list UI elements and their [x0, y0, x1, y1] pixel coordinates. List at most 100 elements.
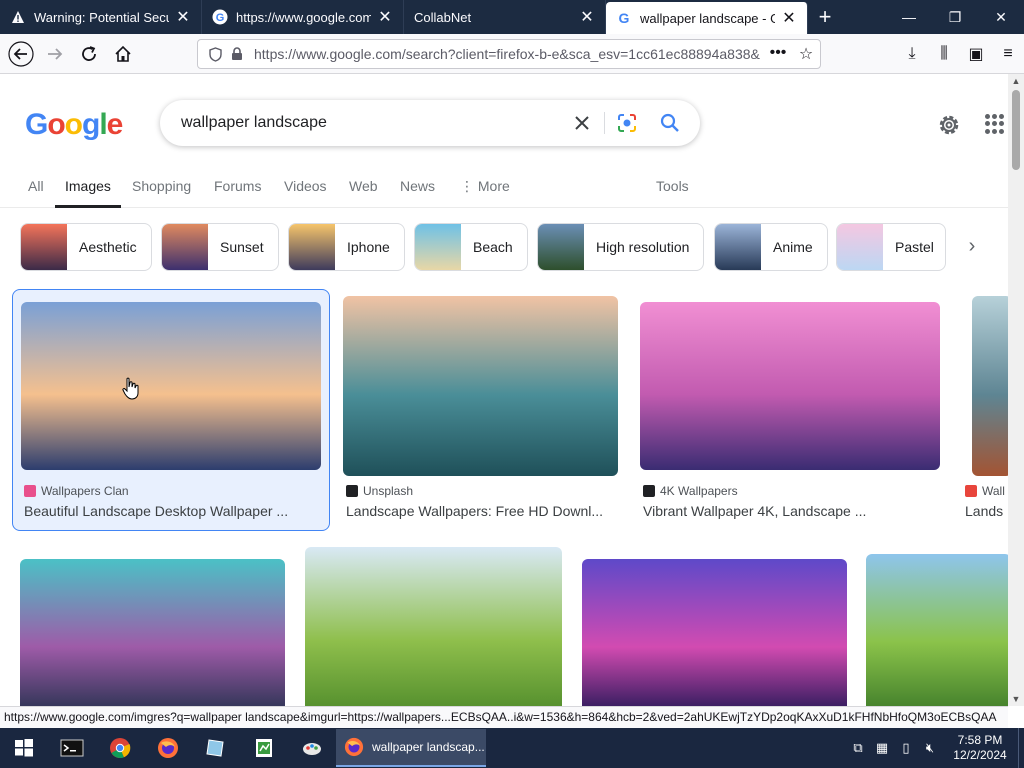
close-window-icon[interactable]: ✕ [978, 0, 1024, 34]
chip-thumbnail [538, 224, 584, 270]
chrome-icon[interactable] [96, 728, 144, 768]
tab-forums[interactable]: Forums [214, 178, 261, 208]
clear-search-icon[interactable] [560, 114, 604, 132]
volume-muted-icon[interactable]: 🔇︎ [918, 740, 942, 756]
search-icon[interactable] [648, 113, 692, 133]
download-icon[interactable]: ⤓ [896, 45, 928, 63]
chip-iphone[interactable]: Iphone [288, 223, 405, 271]
tab-videos[interactable]: Videos [284, 178, 327, 208]
chip-aesthetic[interactable]: Aesthetic [20, 223, 152, 271]
search-box[interactable]: wallpaper landscape [160, 100, 700, 146]
tab-news[interactable]: News [400, 178, 435, 208]
network-icon[interactable]: ⧉ [846, 740, 870, 756]
result-source[interactable]: Wall [965, 484, 1005, 498]
scrollbar-thumb[interactable] [1012, 90, 1020, 170]
result-image[interactable] [972, 296, 1008, 476]
firefox-icon [344, 737, 364, 757]
google-results-page: Google wallpaper landscape All Images Sh… [0, 74, 1008, 706]
tab-collabnet[interactable]: CollabNet ✕ [404, 0, 606, 34]
chip-anime[interactable]: Anime [714, 223, 828, 271]
result-title[interactable]: Lands [965, 503, 1008, 519]
google-logo[interactable]: Google [25, 108, 123, 142]
result-title[interactable]: Vibrant Wallpaper 4K, Landscape ... [643, 503, 933, 519]
restore-icon[interactable]: ❐ [932, 0, 978, 34]
minimize-icon[interactable]: — [886, 0, 932, 34]
scroll-down-icon[interactable]: ▼ [1008, 694, 1024, 704]
url-text[interactable]: https://www.google.com/search?client=fir… [248, 46, 764, 62]
back-arrow-icon [8, 40, 34, 67]
settings-gear-icon[interactable] [936, 112, 962, 138]
result-image[interactable] [20, 559, 285, 706]
lock-icon[interactable] [226, 47, 248, 61]
tab-google[interactable]: G https://www.google.com/ ✕ [202, 0, 404, 34]
clock-date: 12/2/2024 [953, 748, 1007, 762]
taskbar-clock[interactable]: 7:58 PM 12/2/2024 [942, 733, 1018, 763]
result-image[interactable] [21, 302, 321, 470]
close-tab-icon[interactable]: ✕ [377, 7, 393, 27]
result-title[interactable]: Beautiful Landscape Desktop Wallpaper ..… [24, 503, 314, 519]
taskbar-active-firefox[interactable]: wallpaper landscap... [336, 729, 486, 767]
close-tab-icon[interactable]: ✕ [579, 7, 595, 27]
home-button[interactable] [108, 39, 138, 69]
tab-security-warning[interactable]: Warning: Potential Security ✕ [0, 0, 202, 34]
chip-label: Anime [773, 239, 813, 255]
reload-button[interactable] [74, 39, 104, 69]
google-apps-icon[interactable] [985, 114, 1005, 134]
tab-more[interactable]: ⋮ More [460, 178, 510, 208]
paint-app-icon[interactable] [288, 728, 336, 768]
forward-button[interactable] [40, 39, 70, 69]
spreadsheet-app-icon[interactable] [240, 728, 288, 768]
search-input[interactable]: wallpaper landscape [181, 114, 560, 132]
page-scrollbar[interactable]: ▲ ▼ [1008, 74, 1024, 706]
result-image[interactable] [582, 559, 847, 706]
google-favicon-icon: G [616, 10, 632, 26]
chip-high-resolution[interactable]: High resolution [537, 223, 705, 271]
notes-app-icon[interactable] [192, 728, 240, 768]
home-icon [115, 45, 131, 62]
result-image[interactable] [866, 554, 1008, 706]
firefox-icon[interactable] [144, 728, 192, 768]
shield-icon[interactable] [204, 46, 226, 62]
library-icon[interactable]: ⫼ [928, 45, 960, 63]
address-bar[interactable]: https://www.google.com/search?client=fir… [197, 39, 821, 69]
color-app-icon[interactable]: ▦ [870, 740, 894, 756]
new-tab-button[interactable]: + [808, 0, 842, 34]
chip-beach[interactable]: Beach [414, 223, 528, 271]
result-source[interactable]: Wallpapers Clan [24, 484, 129, 498]
chip-label: Sunset [220, 239, 264, 255]
result-image[interactable] [640, 302, 940, 470]
more-actions-icon[interactable]: ••• [764, 44, 792, 64]
chevron-right-icon[interactable]: › [960, 235, 984, 259]
navigation-toolbar: https://www.google.com/search?client=fir… [0, 34, 1024, 74]
lens-camera-icon[interactable] [604, 112, 648, 134]
result-source[interactable]: Unsplash [346, 484, 413, 498]
scroll-up-icon[interactable]: ▲ [1008, 76, 1024, 86]
tab-wallpaper-landscape[interactable]: G wallpaper landscape - Goo ✕ [606, 2, 808, 34]
chip-pastel[interactable]: Pastel [836, 223, 946, 271]
windows-start-icon[interactable] [0, 728, 48, 768]
result-source[interactable]: 4K Wallpapers [643, 484, 738, 498]
tools-button[interactable]: Tools [656, 178, 689, 208]
result-title[interactable]: Landscape Wallpapers: Free HD Downl... [346, 503, 616, 519]
tab-shopping[interactable]: Shopping [132, 178, 191, 208]
chip-sunset[interactable]: Sunset [161, 223, 279, 271]
back-button[interactable] [6, 39, 36, 69]
show-desktop-button[interactable] [1018, 728, 1024, 768]
tab-all[interactable]: All [28, 178, 44, 208]
bookmark-star-icon[interactable]: ☆ [792, 44, 820, 64]
close-tab-icon[interactable]: ✕ [175, 7, 191, 27]
svg-text:G: G [216, 12, 225, 24]
result-image[interactable] [343, 296, 618, 476]
site-favicon-icon [24, 485, 36, 497]
terminal-icon[interactable] [48, 728, 96, 768]
system-tray: ⧉ ▦ ▯ 🔇︎ 7:58 PM 12/2/2024 [846, 728, 1024, 768]
clock-time: 7:58 PM [957, 733, 1003, 747]
tab-web[interactable]: Web [349, 178, 378, 208]
close-tab-icon[interactable]: ✕ [781, 8, 797, 28]
sidebar-icon[interactable]: ▣ [960, 44, 992, 64]
battery-icon[interactable]: ▯ [894, 740, 918, 756]
menu-icon[interactable]: ≡ [992, 45, 1024, 63]
result-image[interactable] [305, 547, 562, 706]
search-tabs: All Images Shopping Forums Videos Web Ne… [0, 174, 1008, 208]
tab-images[interactable]: Images [55, 178, 121, 208]
